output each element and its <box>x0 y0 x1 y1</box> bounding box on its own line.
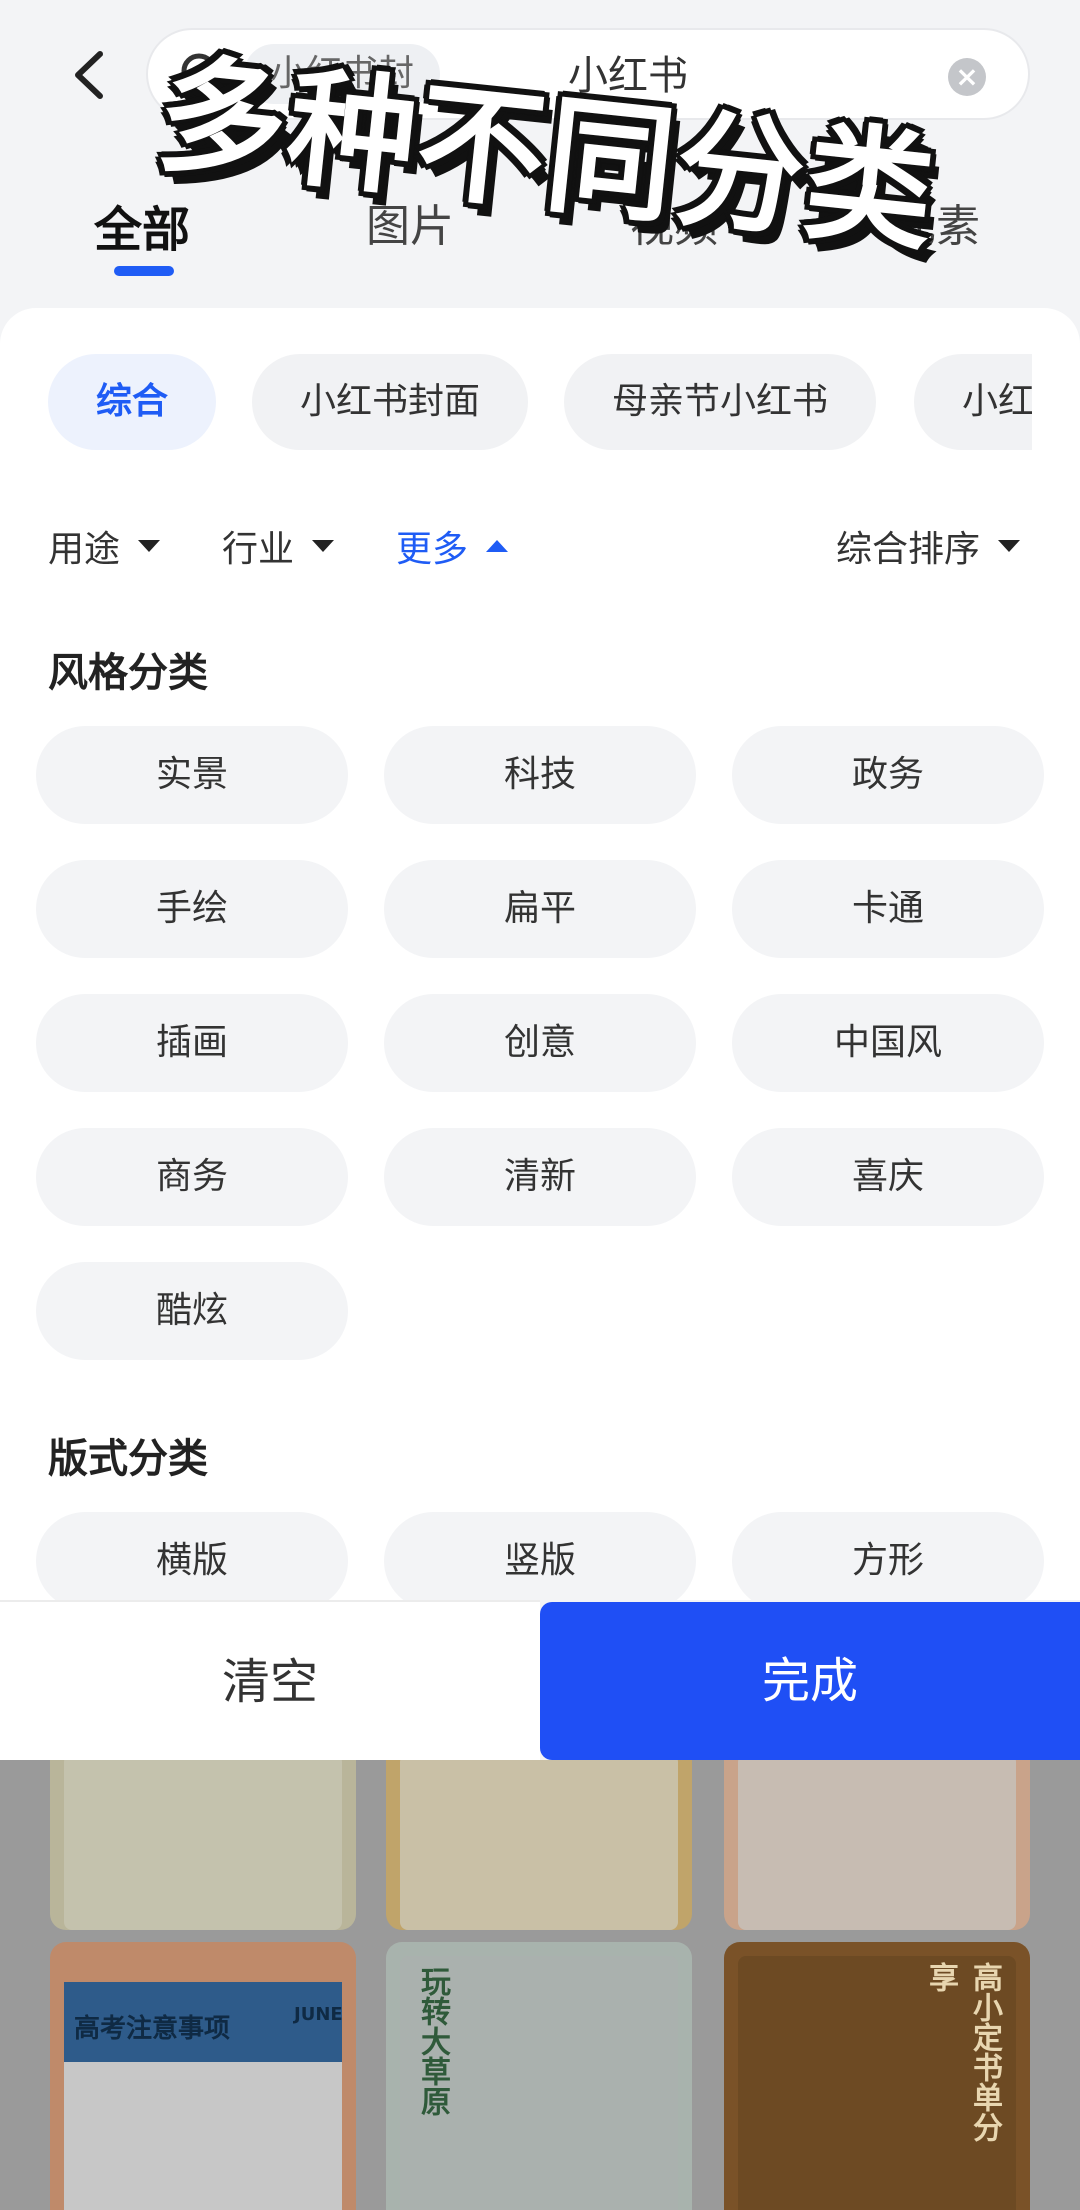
done-button[interactable]: 完成 <box>540 1602 1080 1760</box>
active-tab-indicator <box>114 266 174 276</box>
tab-all[interactable]: 全部 <box>94 190 190 260</box>
style-option[interactable]: 商务 <box>36 1128 348 1226</box>
search-icon <box>176 48 230 102</box>
chip-xhs-more[interactable]: 小红 <box>914 354 1032 450</box>
caret-down-icon <box>998 540 1021 552</box>
results-grid-dimmed: 高考注意事项 JUNE 玩转大草原 高小定书单分享 <box>0 1760 1080 2210</box>
style-section-title: 风格分类 <box>48 650 208 696</box>
layout-option[interactable]: 竖版 <box>384 1512 696 1610</box>
style-option[interactable]: 酷炫 <box>36 1262 348 1360</box>
style-option[interactable]: 政务 <box>732 726 1044 824</box>
style-option[interactable]: 中国风 <box>732 994 1044 1092</box>
layout-option[interactable]: 横版 <box>36 1512 348 1610</box>
tab-elements[interactable]: 元素 <box>892 190 980 254</box>
chip-xhs-cover[interactable]: 小红书封面 <box>252 354 529 450</box>
tab-videos[interactable]: 视频 <box>630 190 718 254</box>
style-option[interactable]: 清新 <box>384 1128 696 1226</box>
caret-down-icon <box>138 540 161 552</box>
filter-industry-dropdown[interactable]: 行业 <box>222 520 335 572</box>
search-category-tag[interactable]: 小红书封 <box>244 44 441 104</box>
card-title: 高考注意事项 <box>74 2014 231 2044</box>
filter-usage-label: 用途 <box>48 529 121 570</box>
caret-up-icon <box>486 540 509 552</box>
filter-usage-dropdown[interactable]: 用途 <box>48 520 161 572</box>
result-card <box>50 1760 356 1930</box>
chip-mothers-day-xhs[interactable]: 母亲节小红书 <box>564 354 877 450</box>
search-input[interactable]: 小红书封 小红书 × <box>146 28 1030 120</box>
filter-industry-label: 行业 <box>222 529 295 570</box>
filter-more-label: 更多 <box>396 529 469 570</box>
style-option[interactable]: 科技 <box>384 726 696 824</box>
filter-more-dropdown[interactable]: 更多 <box>396 520 509 572</box>
tab-images[interactable]: 图片 <box>366 190 454 254</box>
style-option[interactable]: 实景 <box>36 726 348 824</box>
style-option[interactable]: 手绘 <box>36 860 348 958</box>
result-card <box>386 1760 692 1930</box>
sort-label: 综合排序 <box>836 529 981 570</box>
style-option[interactable]: 卡通 <box>732 860 1044 958</box>
layout-option[interactable]: 方形 <box>732 1512 1044 1610</box>
style-option[interactable]: 喜庆 <box>732 1128 1044 1226</box>
clear-search-icon[interactable]: × <box>948 58 986 96</box>
back-button[interactable] <box>56 40 126 110</box>
layout-section-title: 版式分类 <box>48 1436 208 1482</box>
result-card <box>724 1760 1030 1930</box>
filter-bar: 用途 行业 更多 综合排序 <box>0 508 1080 588</box>
card-tag: JUNE <box>294 2004 343 2025</box>
type-tabs: 全部 图片 视频 元素 <box>0 180 1080 290</box>
category-chip-row: 综合 小红书封面 母亲节小红书 小红 <box>0 354 1032 454</box>
caret-down-icon <box>312 540 335 552</box>
search-query-text[interactable]: 小红书 <box>568 48 688 104</box>
style-option[interactable]: 插画 <box>36 994 348 1092</box>
result-card: 高考注意事项 JUNE <box>50 1942 356 2210</box>
chip-comprehensive[interactable]: 综合 <box>48 354 217 450</box>
card-title: 高小定书单分享 <box>923 1962 1002 2142</box>
sort-dropdown[interactable]: 综合排序 <box>836 520 1021 572</box>
chevron-left-icon <box>75 51 103 99</box>
style-option[interactable]: 扁平 <box>384 860 696 958</box>
clear-button[interactable]: 清空 <box>0 1600 540 1760</box>
style-option[interactable]: 创意 <box>384 994 696 1092</box>
filter-panel: 综合 小红书封面 母亲节小红书 小红 用途 行业 更多 综合排序 风格分类 实景… <box>0 308 1080 1610</box>
top-header: 小红书封 小红书 × 多种不同分类 全部 图片 视频 元素 <box>0 0 1080 310</box>
result-card: 高小定书单分享 <box>724 1942 1030 2210</box>
result-card: 玩转大草原 <box>386 1942 692 2210</box>
card-title: 玩转大草原 <box>415 1966 450 2116</box>
